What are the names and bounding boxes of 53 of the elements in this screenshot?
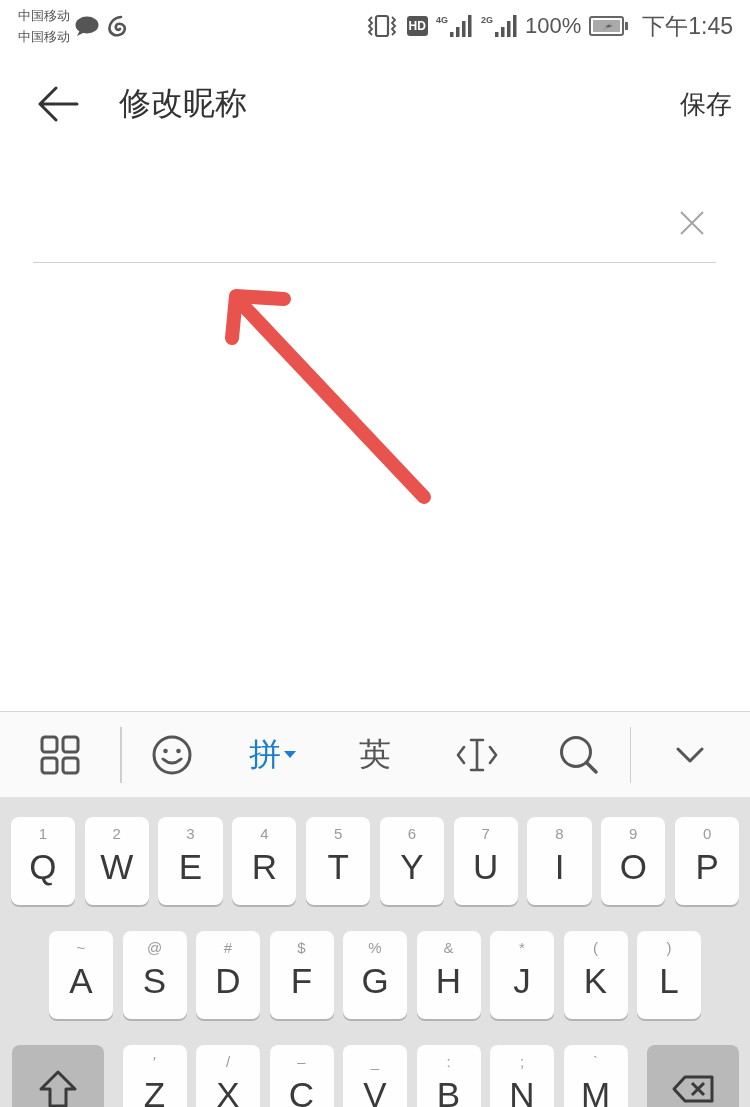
- letter-key[interactable]: * J: [490, 931, 554, 1019]
- backspace-icon: [670, 1074, 715, 1104]
- smiley-icon[interactable]: [151, 734, 192, 775]
- signal-icon: [448, 14, 473, 38]
- delete-key[interactable]: [646, 1045, 739, 1107]
- letter-key[interactable]: : B: [416, 1045, 481, 1107]
- hd-badge: HD: [406, 16, 428, 36]
- swirl-icon: [107, 15, 128, 37]
- letter-key[interactable]: 2 W: [84, 817, 149, 905]
- letter-key[interactable]: 4 R: [232, 817, 297, 905]
- carrier-name: 中国移动: [18, 7, 70, 25]
- letter-key[interactable]: 7 U: [453, 817, 518, 905]
- letter-key[interactable]: 5 T: [305, 817, 371, 905]
- letter-key[interactable]: ~ A: [49, 931, 113, 1019]
- letter-key[interactable]: ( K: [563, 931, 628, 1019]
- letter-key[interactable]: 0 P: [674, 817, 740, 905]
- shift-key[interactable]: [11, 1045, 104, 1107]
- letter-key[interactable]: $ F: [269, 931, 334, 1019]
- input-mode-tab[interactable]: 英: [358, 732, 391, 777]
- carrier-name: 中国移动: [18, 28, 70, 46]
- input-mode-tab[interactable]: 拼: [249, 732, 296, 777]
- letter-key[interactable]: / X: [196, 1045, 260, 1107]
- letter-key[interactable]: @ S: [122, 931, 187, 1019]
- network-type-label: 4G: [435, 15, 448, 25]
- letter-key[interactable]: 3 E: [158, 817, 223, 905]
- battery-charging-icon: [589, 15, 630, 37]
- battery-percent: 100%: [524, 13, 582, 39]
- letter-key[interactable]: # D: [196, 931, 260, 1019]
- grid-icon[interactable]: [40, 734, 80, 775]
- clock-time: 下午1:45: [642, 11, 733, 41]
- signal-icon: [493, 14, 518, 38]
- letter-key[interactable]: 8 I: [527, 817, 592, 905]
- text-cursor-icon[interactable]: [455, 736, 498, 773]
- search-icon[interactable]: [558, 734, 599, 775]
- chevron-down-icon[interactable]: [676, 746, 704, 763]
- back-arrow-icon[interactable]: [37, 86, 79, 122]
- letter-key[interactable]: _ V: [343, 1045, 407, 1107]
- letter-key[interactable]: ′ Z: [122, 1045, 187, 1107]
- letter-key[interactable]: 9 O: [601, 817, 666, 905]
- vibrate-icon: [366, 14, 397, 38]
- letter-key[interactable]: ) L: [637, 931, 701, 1019]
- letter-key[interactable]: & H: [416, 931, 481, 1019]
- chat-bubble-icon: [74, 15, 99, 37]
- letter-key[interactable]: 6 Y: [379, 817, 445, 905]
- letter-key[interactable]: ; N: [490, 1045, 554, 1107]
- page-title: 修改昵称: [119, 84, 248, 123]
- caret-icon: [284, 751, 296, 758]
- letter-key[interactable]: 1 Q: [10, 817, 76, 905]
- network-type-label: 2G: [480, 15, 493, 25]
- letter-key[interactable]: % G: [343, 931, 407, 1019]
- letter-key[interactable]: – C: [269, 1045, 334, 1107]
- letter-key[interactable]: ` M: [563, 1045, 628, 1107]
- save-button[interactable]: 保存: [680, 86, 732, 122]
